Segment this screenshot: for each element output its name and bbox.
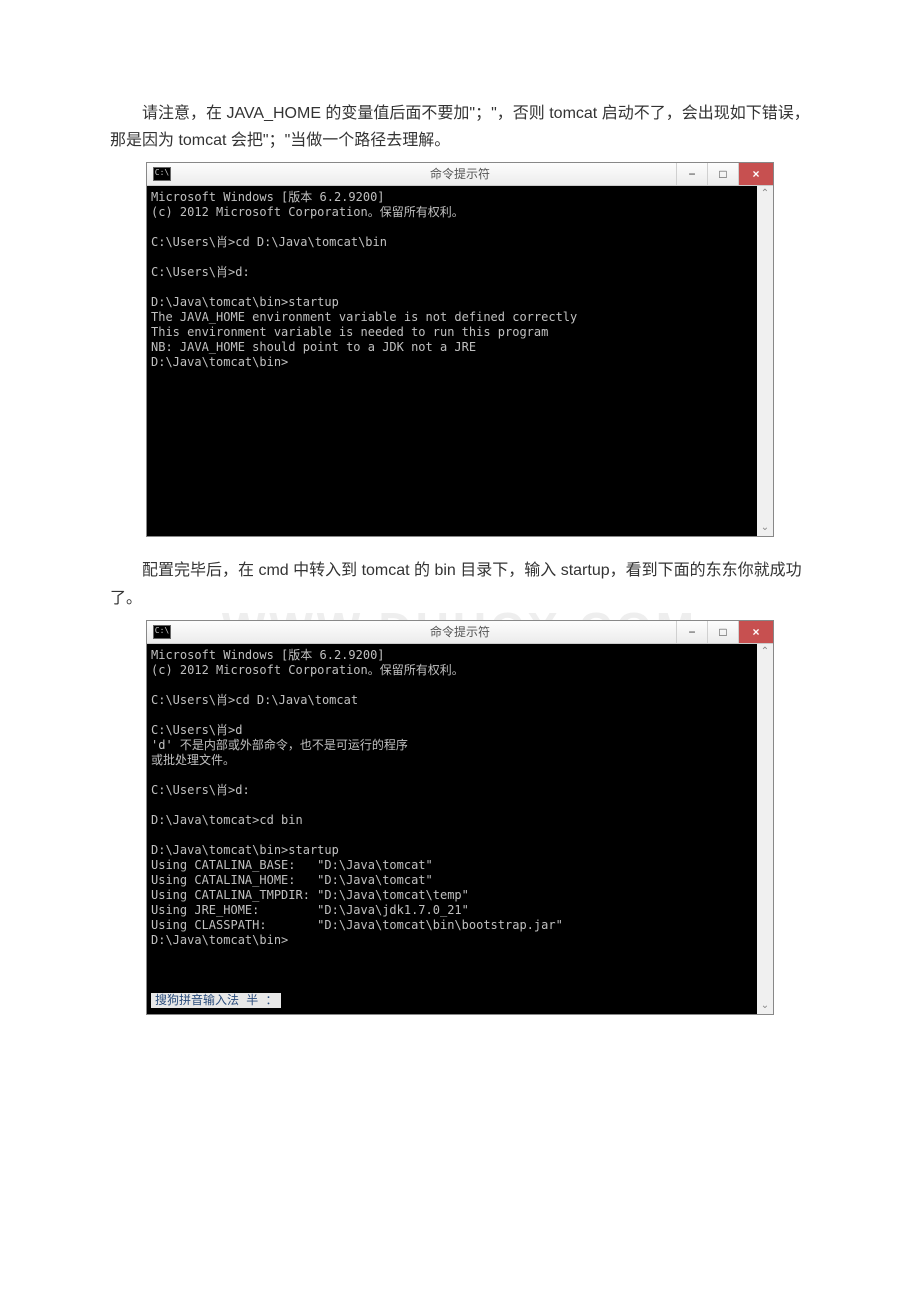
window-controls: − □ × <box>676 163 773 185</box>
paragraph-1: 请注意，在 JAVA_HOME 的变量值后面不要加"；"，否则 tomcat 启… <box>110 100 810 154</box>
scrollbar[interactable]: ⌃ ⌄ <box>757 186 773 536</box>
window-titlebar: C:\ 命令提示符 − □ × <box>147 163 773 186</box>
scroll-down-icon[interactable]: ⌄ <box>757 520 773 536</box>
cmd-window-error: C:\ 命令提示符 − □ × Microsoft Windows [版本 6.… <box>146 162 774 537</box>
terminal-body: Microsoft Windows [版本 6.2.9200] (c) 2012… <box>147 186 773 536</box>
scroll-down-icon[interactable]: ⌄ <box>757 998 773 1014</box>
terminal-output: Microsoft Windows [版本 6.2.9200] (c) 2012… <box>147 644 757 1014</box>
terminal-output: Microsoft Windows [版本 6.2.9200] (c) 2012… <box>147 186 757 536</box>
maximize-button[interactable]: □ <box>707 163 738 185</box>
scroll-up-icon[interactable]: ⌃ <box>757 186 773 202</box>
cmd-window-success: C:\ 命令提示符 − □ × Microsoft Windows [版本 6.… <box>146 620 774 1015</box>
window-controls: − □ × <box>676 621 773 643</box>
scrollbar[interactable]: ⌃ ⌄ <box>757 644 773 1014</box>
minimize-button[interactable]: − <box>676 621 707 643</box>
window-titlebar: C:\ 命令提示符 − □ × <box>147 621 773 644</box>
close-button[interactable]: × <box>738 621 773 643</box>
cmd-icon: C:\ <box>153 625 171 639</box>
close-button[interactable]: × <box>738 163 773 185</box>
scroll-up-icon[interactable]: ⌃ <box>757 644 773 660</box>
minimize-button[interactable]: − <box>676 163 707 185</box>
maximize-button[interactable]: □ <box>707 621 738 643</box>
paragraph-2: 配置完毕后，在 cmd 中转入到 tomcat 的 bin 目录下，输入 sta… <box>110 557 810 611</box>
terminal-body: Microsoft Windows [版本 6.2.9200] (c) 2012… <box>147 644 773 1014</box>
cmd-icon: C:\ <box>153 167 171 181</box>
ime-status: 搜狗拼音输入法 半 ： <box>151 993 281 1008</box>
